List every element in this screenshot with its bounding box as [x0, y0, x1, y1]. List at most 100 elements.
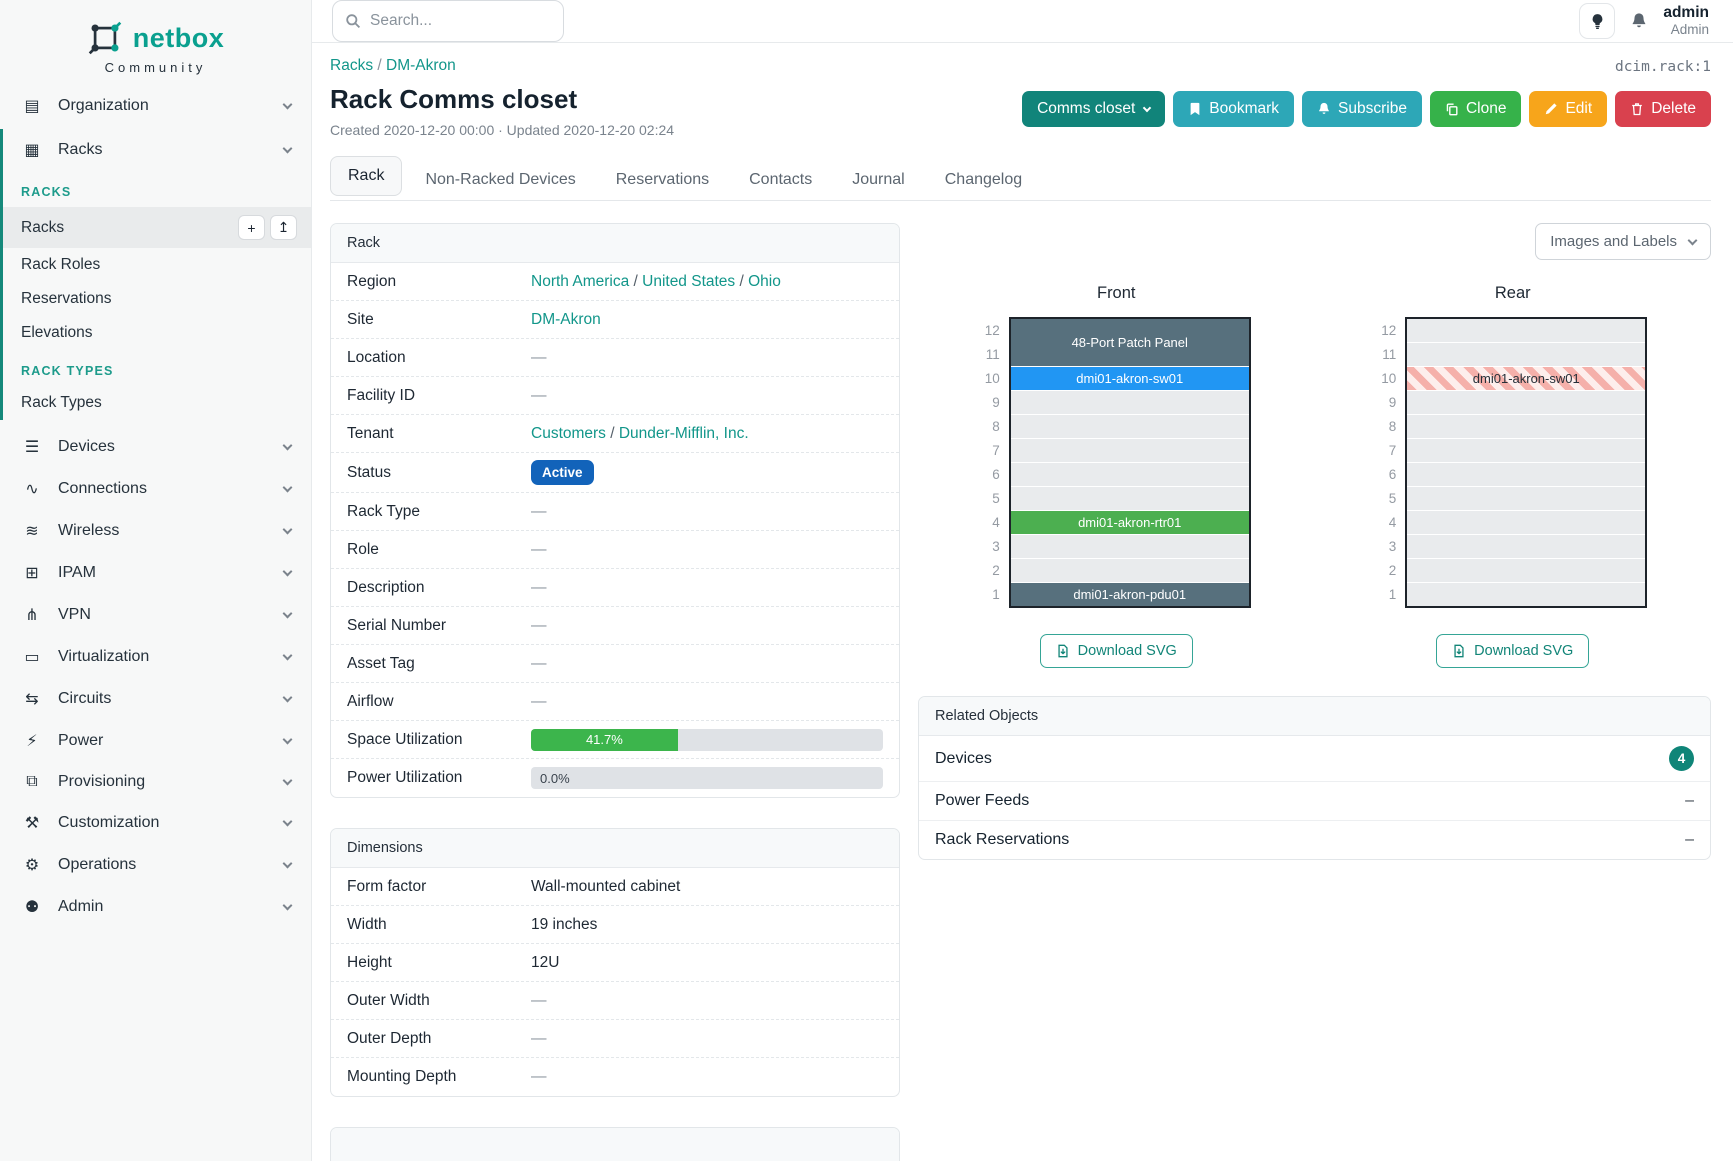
- row-value: North America / United States / Ohio: [531, 273, 883, 291]
- link-north-america[interactable]: North America: [531, 273, 629, 290]
- edit-button[interactable]: Edit: [1529, 91, 1607, 127]
- sidebar-group-ipam[interactable]: ⊞IPAM: [0, 552, 311, 594]
- empty-rack-unit[interactable]: [1407, 343, 1645, 366]
- empty-rack-unit[interactable]: [1011, 559, 1249, 582]
- rack-device-dmi01-akron-sw01[interactable]: dmi01-akron-sw01: [1407, 367, 1645, 390]
- table-row: Space Utilization41.7%: [331, 721, 899, 759]
- table-row: RegionNorth America / United States / Oh…: [331, 263, 899, 301]
- tab-contacts[interactable]: Contacts: [732, 161, 829, 199]
- theme-toggle-button[interactable]: [1579, 3, 1615, 39]
- link-united-states[interactable]: United States: [642, 273, 735, 290]
- page-title: Rack Comms closet: [330, 84, 674, 115]
- search-box[interactable]: [332, 0, 564, 42]
- tab-changelog[interactable]: Changelog: [928, 161, 1039, 199]
- related-row-label: Rack Reservations: [935, 831, 1069, 849]
- sidebar-group-power[interactable]: ⚡Power: [0, 720, 311, 762]
- empty-rack-unit[interactable]: [1407, 511, 1645, 534]
- empty-rack-unit[interactable]: [1011, 415, 1249, 438]
- row-label: Space Utilization: [347, 731, 531, 749]
- sidebar-group-virtualization[interactable]: ▭Virtualization: [0, 636, 311, 678]
- link-ohio[interactable]: Ohio: [748, 273, 781, 290]
- sidebar-group-wireless[interactable]: ≋Wireless: [0, 510, 311, 552]
- customization-icon: ⚒: [22, 813, 42, 833]
- row-value: —: [531, 693, 883, 711]
- netbox-logo[interactable]: netbox Community: [0, 14, 311, 85]
- row-value: —: [531, 655, 883, 673]
- sidebar-group-connections[interactable]: ∿Connections: [0, 468, 311, 510]
- user-menu[interactable]: admin Admin: [1663, 3, 1709, 39]
- link-customers[interactable]: Customers: [531, 425, 606, 442]
- related-row-rack-reservations[interactable]: Rack Reservations–: [919, 821, 1710, 859]
- related-row-power-feeds[interactable]: Power Feeds–: [919, 782, 1710, 821]
- clone-button[interactable]: Clone: [1430, 91, 1522, 127]
- delete-button[interactable]: Delete: [1615, 91, 1711, 127]
- vpn-icon: ⋔: [22, 605, 42, 625]
- sidebar-group-operations[interactable]: ⚙Operations: [0, 844, 311, 886]
- sidebar-item-racks[interactable]: Racks+↥: [3, 207, 311, 248]
- rack-device-dmi01-akron-pdu01[interactable]: dmi01-akron-pdu01: [1011, 583, 1249, 606]
- tab-non-racked-devices[interactable]: Non-Racked Devices: [408, 161, 592, 199]
- search-input[interactable]: [370, 12, 530, 30]
- empty-rack-unit[interactable]: [1407, 535, 1645, 558]
- empty-rack-unit[interactable]: [1407, 583, 1645, 606]
- empty-rack-unit[interactable]: [1407, 319, 1645, 342]
- sidebar-group-label: Admin: [58, 898, 103, 916]
- tab-rack[interactable]: Rack: [330, 156, 402, 196]
- empty-rack-unit[interactable]: [1011, 439, 1249, 462]
- sidebar-group-customization[interactable]: ⚒Customization: [0, 802, 311, 844]
- tab-reservations[interactable]: Reservations: [599, 161, 726, 199]
- sidebar-item-rack-types[interactable]: Rack Types: [3, 386, 311, 420]
- sidebar-item-rack-roles[interactable]: Rack Roles: [3, 248, 311, 282]
- empty-rack-unit[interactable]: [1011, 535, 1249, 558]
- front-download-svg-button[interactable]: Download SVG: [1040, 634, 1193, 668]
- chevron-down-icon: [283, 776, 293, 786]
- breadcrumb-link-racks[interactable]: Racks: [330, 57, 373, 74]
- context-button[interactable]: Comms closet: [1022, 91, 1165, 127]
- empty-rack-unit[interactable]: [1407, 463, 1645, 486]
- sidebar-group-racks[interactable]: ▦Racks: [3, 129, 311, 171]
- related-objects-title: Related Objects: [919, 697, 1710, 736]
- table-row: SiteDM-Akron: [331, 301, 899, 339]
- link-dm-akron[interactable]: DM-Akron: [531, 311, 601, 328]
- tab-journal[interactable]: Journal: [835, 161, 921, 199]
- sidebar-group-devices[interactable]: ☰Devices: [0, 426, 311, 468]
- empty-rack-unit[interactable]: [1407, 415, 1645, 438]
- sidebar-group-circuits[interactable]: ⇆Circuits: [0, 678, 311, 720]
- link-dunder-mifflin-inc[interactable]: Dunder-Mifflin, Inc.: [619, 425, 749, 442]
- row-label: Tenant: [347, 425, 531, 443]
- sidebar-item-reservations[interactable]: Reservations: [3, 282, 311, 316]
- rack-device-48-port-patch-panel[interactable]: 48-Port Patch Panel: [1011, 319, 1249, 366]
- row-value: —: [531, 617, 883, 635]
- sidebar-item-elevations[interactable]: Elevations: [3, 316, 311, 350]
- empty-rack-unit[interactable]: [1011, 487, 1249, 510]
- breadcrumb-link-dm-akron[interactable]: DM-Akron: [386, 57, 456, 74]
- import-button[interactable]: ↥: [270, 215, 297, 240]
- sidebar-item-label: Reservations: [21, 290, 111, 308]
- unit-number: 1: [1378, 583, 1396, 606]
- empty-rack-unit[interactable]: [1407, 559, 1645, 582]
- empty-rack-unit[interactable]: [1011, 391, 1249, 414]
- empty-rack-unit[interactable]: [1407, 439, 1645, 462]
- elevation-view-select[interactable]: Images and Labels: [1535, 223, 1711, 260]
- sidebar-group-organization[interactable]: ▤Organization: [0, 85, 311, 127]
- row-value: DM-Akron: [531, 311, 883, 329]
- empty-rack-unit[interactable]: [1407, 391, 1645, 414]
- empty-rack-unit[interactable]: [1011, 463, 1249, 486]
- sidebar-group-provisioning[interactable]: ⧉Provisioning: [0, 762, 311, 802]
- row-label: Outer Width: [347, 992, 531, 1010]
- sidebar-group-admin[interactable]: ⚉Admin: [0, 886, 311, 928]
- unit-number: 11: [1378, 343, 1396, 366]
- add-button[interactable]: +: [238, 215, 265, 240]
- bookmark-button[interactable]: Bookmark: [1173, 91, 1294, 127]
- sidebar-group-vpn[interactable]: ⋔VPN: [0, 594, 311, 636]
- rack-device-dmi01-akron-rtr01[interactable]: dmi01-akron-rtr01: [1011, 511, 1249, 534]
- empty-rack-unit[interactable]: [1407, 487, 1645, 510]
- subscribe-button[interactable]: Subscribe: [1302, 91, 1422, 127]
- rack-device-dmi01-akron-sw01[interactable]: dmi01-akron-sw01: [1011, 367, 1249, 390]
- chevron-down-icon: [1688, 236, 1698, 246]
- related-row-devices[interactable]: Devices4: [919, 736, 1710, 782]
- notifications-button[interactable]: [1630, 12, 1648, 30]
- rear-download-svg-button[interactable]: Download SVG: [1436, 634, 1589, 668]
- unit-number: 2: [1378, 559, 1396, 582]
- bell-plus-icon: [1317, 102, 1331, 116]
